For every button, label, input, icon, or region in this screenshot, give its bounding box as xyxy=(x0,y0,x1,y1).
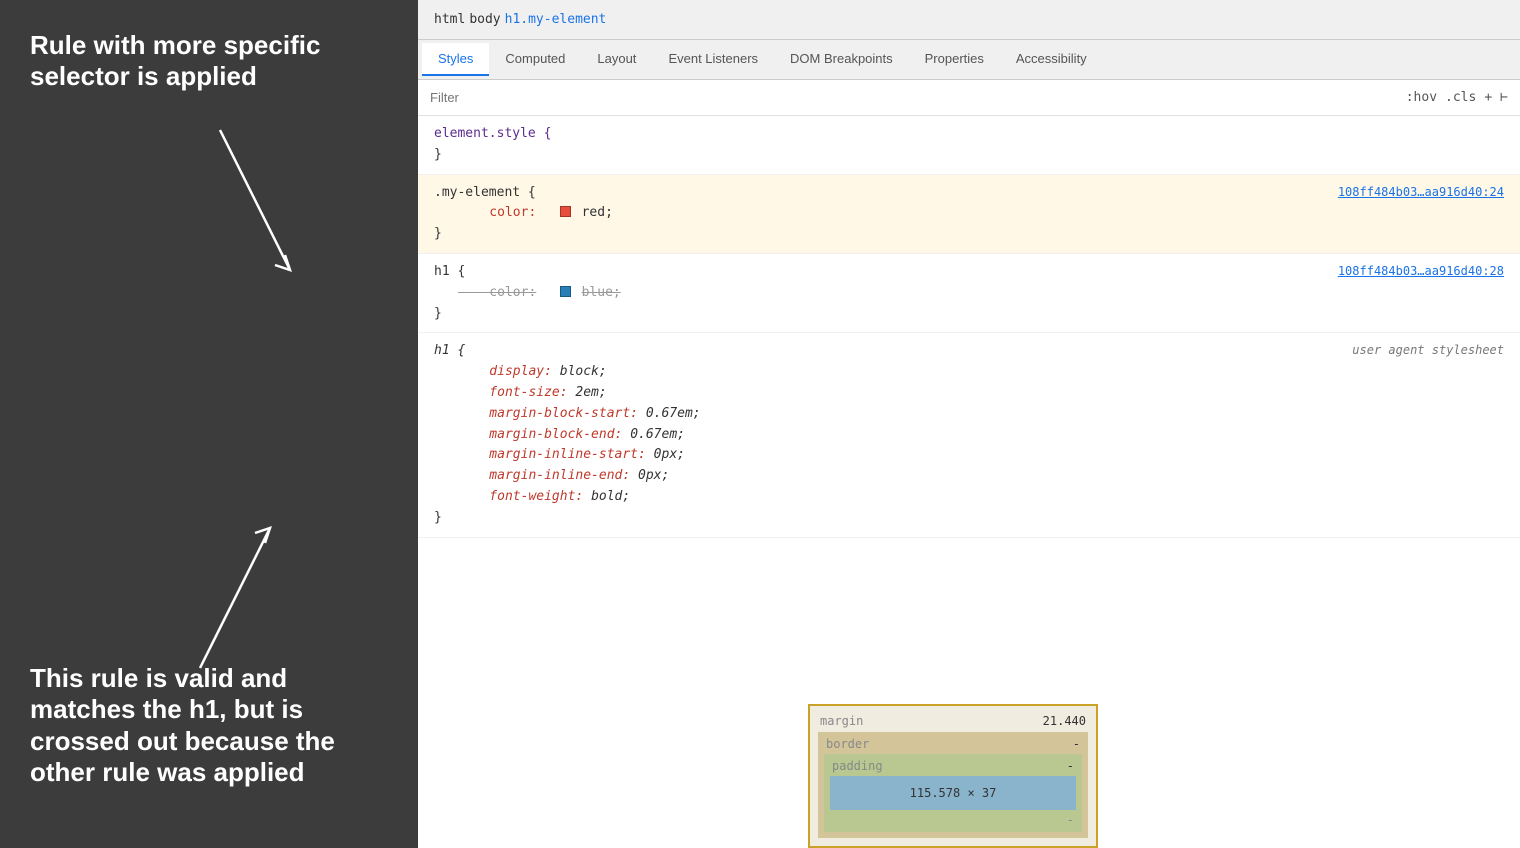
tab-accessibility[interactable]: Accessibility xyxy=(1000,43,1103,76)
filter-actions: :hov .cls + ⊢ xyxy=(1406,90,1508,105)
filter-input[interactable] xyxy=(430,90,1406,105)
breadcrumb-element[interactable]: h1.my-element xyxy=(505,12,607,27)
box-model-widget: margin 21.440 border - padding - 115.578… xyxy=(808,704,1098,848)
margin-value: 21.440 xyxy=(1043,714,1086,728)
toggle-button[interactable]: ⊢ xyxy=(1500,90,1508,105)
cls-button[interactable]: .cls xyxy=(1445,90,1476,105)
padding-value: - xyxy=(1067,759,1074,773)
rule-my-element-header: .my-element { 108ff484b03…aa916d40:24 xyxy=(434,183,1504,204)
ua-fontsize-val: 2em; xyxy=(575,385,606,400)
border-label: border xyxy=(826,737,869,751)
ua-mbs-val: 0.67em; xyxy=(646,406,701,421)
tab-properties[interactable]: Properties xyxy=(909,43,1000,76)
rule-h1-useragent: h1 { user agent stylesheet display: bloc… xyxy=(418,333,1520,537)
padding-area: padding - 115.578 × 37 - xyxy=(824,754,1082,832)
h1-color-prop-name: color: xyxy=(458,285,536,300)
color-swatch-red[interactable] xyxy=(560,206,571,217)
h1-selector: h1 { xyxy=(434,262,465,283)
content-area: 115.578 × 37 xyxy=(830,776,1076,810)
filter-bar: :hov .cls + ⊢ xyxy=(418,80,1520,116)
tab-dom-breakpoints[interactable]: DOM Breakpoints xyxy=(774,43,909,76)
ua-mis-val: 0px; xyxy=(654,447,685,462)
border-value: - xyxy=(1073,737,1080,751)
content-size: 115.578 × 37 xyxy=(910,786,997,800)
h1-ua-source: user agent stylesheet xyxy=(1352,341,1504,360)
ua-mbe-prop: margin-block-end: 0.67em; xyxy=(434,425,1504,446)
ua-fontsize-name: font-size: xyxy=(458,385,568,400)
tab-event-listeners[interactable]: Event Listeners xyxy=(652,43,774,76)
ua-fontsize-prop: font-size: 2em; xyxy=(434,383,1504,404)
tabs-bar: Styles Computed Layout Event Listeners D… xyxy=(418,40,1520,80)
rule-my-element: .my-element { 108ff484b03…aa916d40:24 co… xyxy=(418,175,1520,254)
my-element-source[interactable]: 108ff484b03…aa916d40:24 xyxy=(1338,183,1504,202)
color-value-red: red; xyxy=(582,205,613,220)
my-element-color-prop: color: red; xyxy=(434,203,1504,224)
ua-fw-prop: font-weight: bold; xyxy=(434,487,1504,508)
ua-mbs-name: margin-block-start: xyxy=(458,406,638,421)
my-element-close: } xyxy=(434,224,1504,245)
ua-display-prop: display: block; xyxy=(434,362,1504,383)
h1-color-value: blue; xyxy=(582,285,621,300)
ua-mie-prop: margin-inline-end: 0px; xyxy=(434,466,1504,487)
rule-h1-header: h1 { 108ff484b03…aa916d40:28 xyxy=(434,262,1504,283)
padding-dash-right: - xyxy=(828,812,1078,828)
color-swatch-blue[interactable] xyxy=(560,286,571,297)
annotation-bottom-text: This rule is valid and matches the h1, b… xyxy=(30,663,390,788)
rule-element-style: element.style { } xyxy=(418,116,1520,175)
hov-button[interactable]: :hov xyxy=(1406,90,1437,105)
annotation-panel: Rule with more specific selector is appl… xyxy=(0,0,418,848)
annotation-top-text: Rule with more specific selector is appl… xyxy=(30,30,390,92)
h1-close: } xyxy=(434,304,1504,325)
ua-mbe-val: 0.67em; xyxy=(630,427,685,442)
border-area: border - padding - 115.578 × 37 - xyxy=(818,732,1088,838)
tab-styles[interactable]: Styles xyxy=(422,43,489,76)
ua-mie-val: 0px; xyxy=(638,468,669,483)
rule-close-brace: } xyxy=(434,147,442,162)
tab-layout[interactable]: Layout xyxy=(581,43,652,76)
h1-source[interactable]: 108ff484b03…aa916d40:28 xyxy=(1338,262,1504,281)
border-row: border - xyxy=(822,736,1084,752)
padding-row: padding - xyxy=(828,758,1078,774)
h1-ua-selector: h1 { xyxy=(434,341,465,362)
color-prop-name: color: xyxy=(458,205,536,220)
h1-color-prop: color: blue; xyxy=(434,283,1504,304)
annotation-top: Rule with more specific selector is appl… xyxy=(30,30,390,92)
tab-computed[interactable]: Computed xyxy=(489,43,581,76)
margin-label: margin xyxy=(820,714,863,728)
ua-mie-name: margin-inline-end: xyxy=(458,468,630,483)
ua-fw-name: font-weight: xyxy=(458,489,583,504)
my-element-selector: .my-element { xyxy=(434,183,536,204)
ua-mbs-prop: margin-block-start: 0.67em; xyxy=(434,404,1504,425)
padding-label: padding xyxy=(832,759,883,773)
ua-mis-name: margin-inline-start: xyxy=(458,447,646,462)
ua-display-name: display: xyxy=(458,364,552,379)
breadcrumb-html[interactable]: html xyxy=(434,12,465,27)
arrow-up-icon xyxy=(180,518,300,678)
breadcrumb: html body h1.my-element xyxy=(418,0,1520,40)
ua-mis-prop: margin-inline-start: 0px; xyxy=(434,445,1504,466)
ua-display-val: block; xyxy=(560,364,607,379)
margin-row: margin 21.440 xyxy=(816,712,1090,730)
arrow-down-icon xyxy=(200,120,320,280)
ua-mbe-name: margin-block-end: xyxy=(458,427,622,442)
add-rule-button[interactable]: + xyxy=(1484,90,1492,105)
ua-fw-val: bold; xyxy=(591,489,630,504)
rule-h1-strikethrough: h1 { 108ff484b03…aa916d40:28 color: blue… xyxy=(418,254,1520,333)
breadcrumb-body[interactable]: body xyxy=(469,12,500,27)
ua-close: } xyxy=(434,508,1504,529)
element-style-selector: element.style { xyxy=(434,126,551,141)
rule-h1-ua-header: h1 { user agent stylesheet xyxy=(434,341,1504,362)
annotation-bottom: This rule is valid and matches the h1, b… xyxy=(30,663,390,788)
